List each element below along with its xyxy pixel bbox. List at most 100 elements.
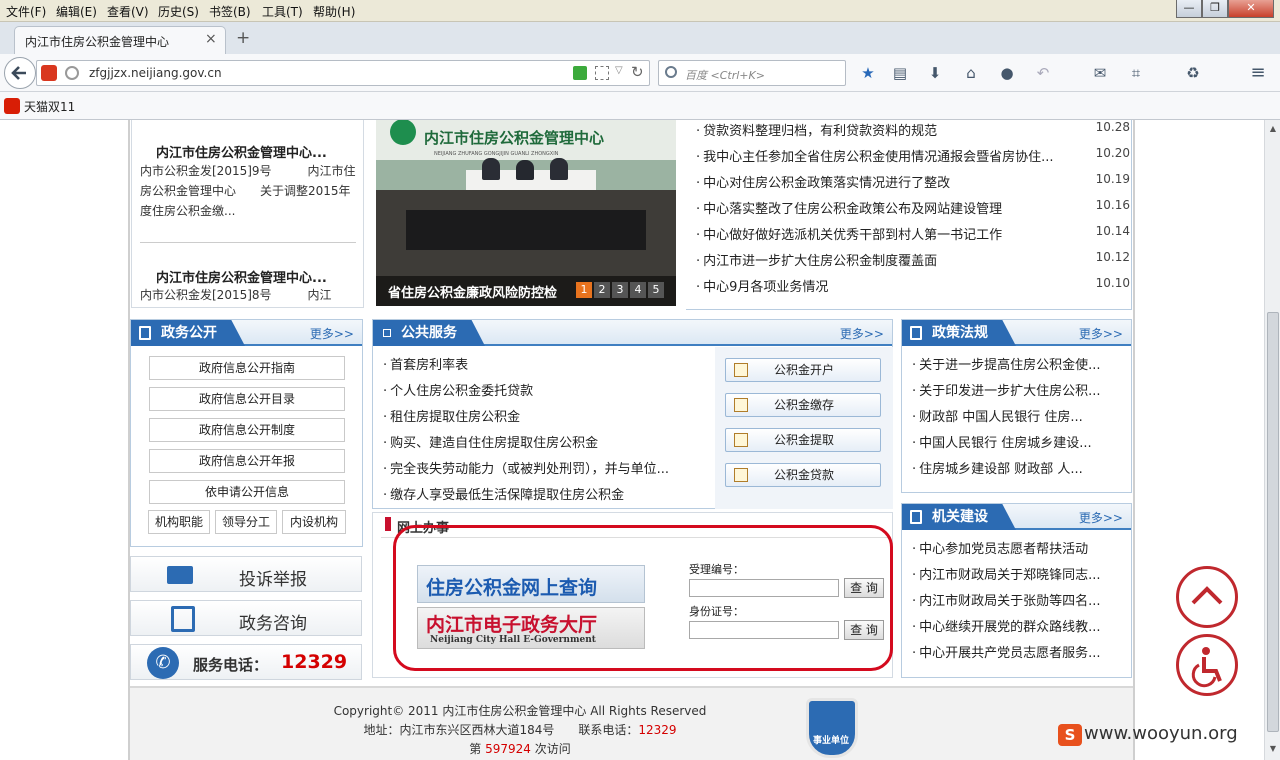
news-item[interactable]: 我中心主任参加全省住房公积金使用情况通报会暨省房协住... 10.20 [686,146,1132,166]
e-gov-hall-logo[interactable]: 内江市电子政务大厅 Neijiang City Hall E-Governmen… [417,607,645,649]
news-item[interactable]: 中心落实整改了住房公积金政策公布及网站建设管理 10.16 [686,198,1132,218]
service-link[interactable]: 租住房提取住房公积金 [383,406,703,425]
browser-tab[interactable]: 内江市住房公积金管理中心 × [14,26,226,54]
more-link[interactable]: 更多>> [310,325,354,342]
sogou-icon[interactable]: S [1058,724,1082,746]
gov-info-report-link[interactable]: 政府信息公开年报 [149,449,345,473]
menu-bookmarks[interactable]: 书签(B) [209,3,251,20]
more-link[interactable]: 更多>> [840,325,884,342]
news-item[interactable]: 内江市进一步扩大住房公积金制度覆盖面 10.12 [686,250,1132,270]
policy-link[interactable]: 财政部 中国人民银行 住房... [912,406,1122,425]
reload-icon[interactable]: ↻ [631,63,644,81]
dropdown-icon[interactable]: ▽ [615,65,623,76]
menu-help[interactable]: 帮助(H) [313,3,355,20]
accessibility-button[interactable] [1176,634,1238,696]
gov-info-guide-link[interactable]: 政府信息公开指南 [149,356,345,380]
comment-icon[interactable]: ✉ [1090,64,1110,82]
news-item[interactable]: 贷款资料整理归档，有利贷款资料的规范 10.28 [686,120,1132,140]
notice-title[interactable]: 内江市住房公积金管理中心... [156,142,327,161]
pencil-icon [734,468,748,482]
news-item[interactable]: 中心9月各项业务情况 10.10 [686,276,1132,296]
policy-link[interactable]: 关于印发进一步扩大住房公积... [912,380,1122,399]
photo-slideshow[interactable]: 内江市住房公积金管理中心 NEIJIANG ZHUFANG GONGJIJIN … [376,120,676,306]
party-link[interactable]: 中心参加党员志愿者帮扶活动 [912,538,1122,557]
policy-panel: 政策法规 更多>> 关于进一步提高住房公积金使... 关于印发进一步扩大住房公积… [901,319,1132,493]
translate-icon[interactable]: ♻ [1183,64,1203,82]
more-link[interactable]: 更多>> [1079,325,1123,342]
policy-link[interactable]: 关于进一步提高住房公积金使... [912,354,1122,373]
consult-button[interactable]: 政务咨询 [130,600,362,636]
qr-code-icon[interactable] [595,66,609,80]
scroll-up-icon[interactable]: ▲ [1267,122,1279,136]
notice-title[interactable]: 内江市住房公积金管理中心... [156,267,327,286]
accept-query-button[interactable]: 查 询 [844,578,884,598]
leader-division-link[interactable]: 领导分工 [215,510,277,534]
id-number-input[interactable] [689,621,839,639]
policy-link[interactable]: 中国人民银行 住房城乡建设... [912,432,1122,451]
party-link[interactable]: 中心开展共产党员志愿者服务... [912,642,1122,661]
party-link[interactable]: 中心继续开展党的群众路线教... [912,616,1122,635]
hamburger-menu-icon[interactable]: ≡ [1248,64,1268,82]
withdraw-button[interactable]: 公积金提取 [725,428,881,452]
id-query-button[interactable]: 查 询 [844,620,884,640]
party-link[interactable]: 内江市财政局关于郑晓锋同志... [912,564,1122,583]
back-button[interactable] [4,57,36,89]
slide-page-3[interactable]: 3 [612,282,628,298]
maximize-button[interactable]: ❐ [1202,0,1228,18]
gov-info-catalog-link[interactable]: 政府信息公开目录 [149,387,345,411]
crop-icon[interactable]: ⌗ [1126,64,1146,82]
close-window-button[interactable]: ✕ [1228,0,1274,18]
gov-info-system-link[interactable]: 政府信息公开制度 [149,418,345,442]
gov-info-request-link[interactable]: 依申请公开信息 [149,480,345,504]
new-tab-icon[interactable]: + [236,28,250,48]
public-institution-badge[interactable]: 事业单位 [806,698,858,758]
bookmark-star-icon[interactable]: ★ [858,64,878,82]
scroll-down-icon[interactable]: ▼ [1267,742,1279,756]
menu-file[interactable]: 文件(F) [6,3,46,20]
policy-link[interactable]: 住房城乡建设部 财政部 人... [912,458,1122,477]
loan-button[interactable]: 公积金贷款 [725,463,881,487]
emblem-icon [390,120,416,145]
minimize-button[interactable]: — [1176,0,1202,18]
service-link[interactable]: 缴存人享受最低生活保障提取住房公积金 [383,484,703,503]
news-date: 10.28 [1095,120,1130,134]
scroll-thumb[interactable] [1267,312,1279,732]
back-to-top-button[interactable] [1176,566,1238,628]
search-box[interactable]: 百度 <Ctrl+K> [658,60,846,86]
chat-icon[interactable]: ● [997,64,1017,82]
online-query-logo[interactable]: 住房公积金网上查询 [417,565,645,603]
vertical-scrollbar[interactable]: ▲ ▼ [1264,120,1280,760]
url-bar[interactable]: zfgjjzx.neijiang.gov.cn ▽ ↻ [36,60,650,86]
menu-history[interactable]: 历史(S) [158,3,199,20]
more-link[interactable]: 更多>> [1079,509,1123,526]
party-link[interactable]: 内江市财政局关于张勋等四名... [912,590,1122,609]
home-icon[interactable]: ⌂ [961,64,981,82]
menu-edit[interactable]: 编辑(E) [56,3,97,20]
menu-view[interactable]: 查看(V) [107,3,149,20]
accept-number-input[interactable] [689,579,839,597]
panel-title: 政务公开 [161,325,217,341]
service-link[interactable]: 购买、建造自住住房提取住房公积金 [383,432,703,451]
person-figure [550,158,568,180]
banner-subtitle: NEIJIANG ZHUFANG GONGJIJIN GUANLI ZHONGX… [434,151,559,157]
tab-close-icon[interactable]: × [205,31,217,47]
org-function-link[interactable]: 机构职能 [148,510,210,534]
complaint-button[interactable]: 投诉举报 [130,556,362,592]
news-item[interactable]: 中心对住房公积金政策落实情况进行了整改 10.19 [686,172,1132,192]
slide-page-1[interactable]: 1 [576,282,592,298]
slide-page-2[interactable]: 2 [594,282,610,298]
service-link[interactable]: 个人住房公积金委托贷款 [383,380,703,399]
slide-page-4[interactable]: 4 [630,282,646,298]
service-link[interactable]: 首套房利率表 [383,354,703,373]
reading-list-icon[interactable]: ▤ [890,64,910,82]
account-open-button[interactable]: 公积金开户 [725,358,881,382]
service-link[interactable]: 完全丧失劳动能力（或被判处刑罚），并与单位... [383,458,703,477]
undo-icon[interactable]: ↶ [1033,64,1053,82]
menu-tools[interactable]: 工具(T) [262,3,303,20]
deposit-button[interactable]: 公积金缴存 [725,393,881,417]
slide-page-5[interactable]: 5 [648,282,664,298]
news-item[interactable]: 中心做好做好选派机关优秀干部到村人第一书记工作 10.14 [686,224,1132,244]
visit-prefix: 第 [469,742,486,756]
internal-org-link[interactable]: 内设机构 [282,510,346,534]
download-icon[interactable]: ⬇ [925,64,945,82]
